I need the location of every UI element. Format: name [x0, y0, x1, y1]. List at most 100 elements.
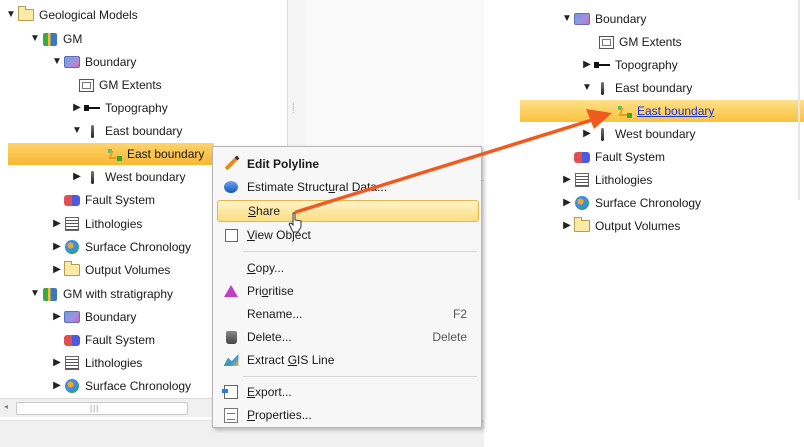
tree-item-label: GM Extents [619, 35, 682, 49]
expanded-triangle-icon[interactable]: ▼ [560, 8, 574, 30]
expanded-triangle-icon[interactable]: ▼ [70, 120, 84, 142]
tree-item-gm-with-stratigraphy[interactable]: ▼ GM with stratigraphy [28, 283, 173, 305]
expanded-triangle-icon[interactable]: ▼ [28, 28, 42, 50]
lithologies-icon [64, 356, 80, 370]
tree-item-output-volumes[interactable]: ▶ Output Volumes [560, 215, 680, 237]
menu-label-part: Estimate Struct [247, 180, 329, 194]
boundary-line-icon [594, 127, 610, 141]
collapsed-triangle-icon[interactable]: ▶ [560, 215, 574, 237]
tree-item-east-boundary-polyline-selected[interactable]: East boundary [8, 143, 214, 165]
menu-separator [243, 251, 477, 252]
tree-item-west-boundary[interactable]: ▶ West boundary [580, 123, 695, 145]
expanded-triangle-icon[interactable]: ▼ [28, 283, 42, 305]
collapsed-triangle-icon[interactable]: ▶ [50, 213, 64, 235]
tree-item-link-label[interactable]: East boundary [637, 100, 714, 122]
geological-model-icon [42, 287, 58, 301]
menu-item-delete[interactable]: Delete... Delete [217, 326, 477, 348]
menu-item-prioritise[interactable]: Prioritise [217, 280, 477, 302]
tree-item-surface-chronology-2[interactable]: ▶ Surface Chronology [50, 375, 191, 397]
scroll-left-icon[interactable]: ◂ [4, 402, 8, 411]
scrollbar-thumb[interactable] [16, 402, 188, 415]
tree-item-east-boundary[interactable]: ▼ East boundary [70, 120, 182, 142]
menu-item-extract-gis-line[interactable]: Extract GIS Line [217, 349, 477, 371]
tree-item-fault-system[interactable]: Fault System [574, 146, 665, 168]
collapsed-triangle-icon[interactable]: ▶ [580, 123, 594, 145]
checkbox-icon[interactable] [221, 227, 241, 243]
menu-accelerator: P [247, 408, 256, 422]
tree-item-label: Output Volumes [595, 219, 681, 233]
tree-item-surface-chronology[interactable]: ▶ Surface Chronology [50, 236, 191, 258]
tree-item-boundary[interactable]: ▼ Boundary [560, 8, 646, 30]
menu-item-view-object[interactable]: View Object [217, 224, 477, 246]
expanded-triangle-icon[interactable]: ▼ [4, 4, 18, 26]
tree-item-label: Surface Chronology [85, 379, 192, 393]
expanded-triangle-icon[interactable]: ▼ [580, 77, 594, 99]
collapsed-triangle-icon[interactable]: ▶ [50, 236, 64, 258]
surface-chronology-icon [64, 240, 80, 254]
menu-separator [243, 376, 477, 377]
tree-item-boundary-2[interactable]: ▶ Boundary [50, 306, 136, 328]
fault-system-icon [64, 333, 80, 347]
menu-label-part: ritise [268, 284, 294, 298]
collapsed-triangle-icon[interactable]: ▶ [560, 169, 574, 191]
tree-item-surface-chronology[interactable]: ▶ Surface Chronology [560, 192, 701, 214]
tree-item-label: Lithologies [85, 356, 143, 370]
collapsed-triangle-icon[interactable]: ▶ [50, 375, 64, 397]
export-icon [221, 384, 241, 400]
tree-item-geological-models[interactable]: ▼ Geological Models [4, 4, 138, 26]
folder-icon [64, 261, 80, 277]
tree-item-topography[interactable]: ▶ Topography [70, 97, 168, 119]
tree-item-fault-system[interactable]: Fault System [64, 189, 155, 211]
menu-item-export[interactable]: Export... [217, 381, 477, 403]
properties-icon [221, 407, 241, 423]
menu-item-rename[interactable]: Rename... F2 [217, 303, 477, 325]
menu-item-share[interactable]: Share [217, 200, 479, 222]
tree-item-label: Boundary [85, 310, 137, 324]
tree-item-lithologies[interactable]: ▶ Lithologies [560, 169, 652, 191]
menu-item-edit-polyline[interactable]: Edit Polyline [217, 153, 477, 175]
tree-item-west-boundary[interactable]: ▶ West boundary [70, 166, 185, 188]
collapsed-triangle-icon[interactable]: ▶ [50, 306, 64, 328]
tree-item-gm[interactable]: ▼ GM [28, 28, 82, 50]
mouse-pointer-icon [288, 212, 302, 233]
tree-item-label: Fault System [85, 333, 156, 347]
menu-item-properties[interactable]: Properties... [217, 404, 477, 426]
menu-accelerator: G [287, 353, 298, 367]
lithologies-icon [64, 217, 80, 231]
collapsed-triangle-icon[interactable]: ▶ [70, 166, 84, 188]
boundary-icon [574, 12, 590, 26]
collapsed-triangle-icon[interactable]: ▶ [70, 97, 84, 119]
tree-item-gm-extents[interactable]: GM Extents [78, 74, 162, 96]
expanded-triangle-icon[interactable]: ▼ [50, 51, 64, 73]
tree-item-east-boundary[interactable]: ▼ East boundary [580, 77, 692, 99]
trash-icon [221, 329, 241, 345]
tree-item-boundary[interactable]: ▼ Boundary [50, 51, 136, 73]
extents-icon [78, 78, 94, 92]
boundary-line-icon [84, 170, 100, 184]
tree-item-output-volumes[interactable]: ▶ Output Volumes [50, 259, 170, 281]
menu-item-estimate-structural-data[interactable]: Estimate Structural Data... [217, 176, 477, 198]
menu-label-part: xport... [255, 385, 292, 399]
extents-icon [598, 35, 614, 49]
collapsed-triangle-icon[interactable]: ▶ [580, 54, 594, 76]
tree-item-label: Surface Chronology [85, 240, 192, 254]
tree-item-east-boundary-shared[interactable]: East boundary [520, 100, 804, 122]
tree-item-lithologies[interactable]: ▶ Lithologies [50, 213, 142, 235]
tree-item-label: Surface Chronology [595, 196, 702, 210]
tree-item-topography[interactable]: ▶ Topography [580, 54, 678, 76]
collapsed-triangle-icon[interactable]: ▶ [50, 352, 64, 374]
right-panel-scrollbar[interactable] [798, 0, 800, 200]
tree-item-fault-system-2[interactable]: Fault System [64, 329, 155, 351]
tree-item-label: Geological Models [39, 8, 138, 22]
tree-item-label: GM Extents [99, 78, 162, 92]
tree-item-lithologies-2[interactable]: ▶ Lithologies [50, 352, 142, 374]
project-tree-panel-result: ▼ Boundary GM Extents ▶ Topography ▼ Eas… [520, 0, 804, 240]
menu-label-part: opy... [255, 261, 285, 275]
tree-item-gm-extents[interactable]: GM Extents [598, 31, 682, 53]
tree-item-label: Fault System [85, 193, 156, 207]
tree-item-label: East boundary [127, 147, 205, 161]
menu-item-copy[interactable]: Copy... [217, 257, 477, 279]
polyline-icon [616, 104, 633, 118]
collapsed-triangle-icon[interactable]: ▶ [560, 192, 574, 214]
collapsed-triangle-icon[interactable]: ▶ [50, 259, 64, 281]
